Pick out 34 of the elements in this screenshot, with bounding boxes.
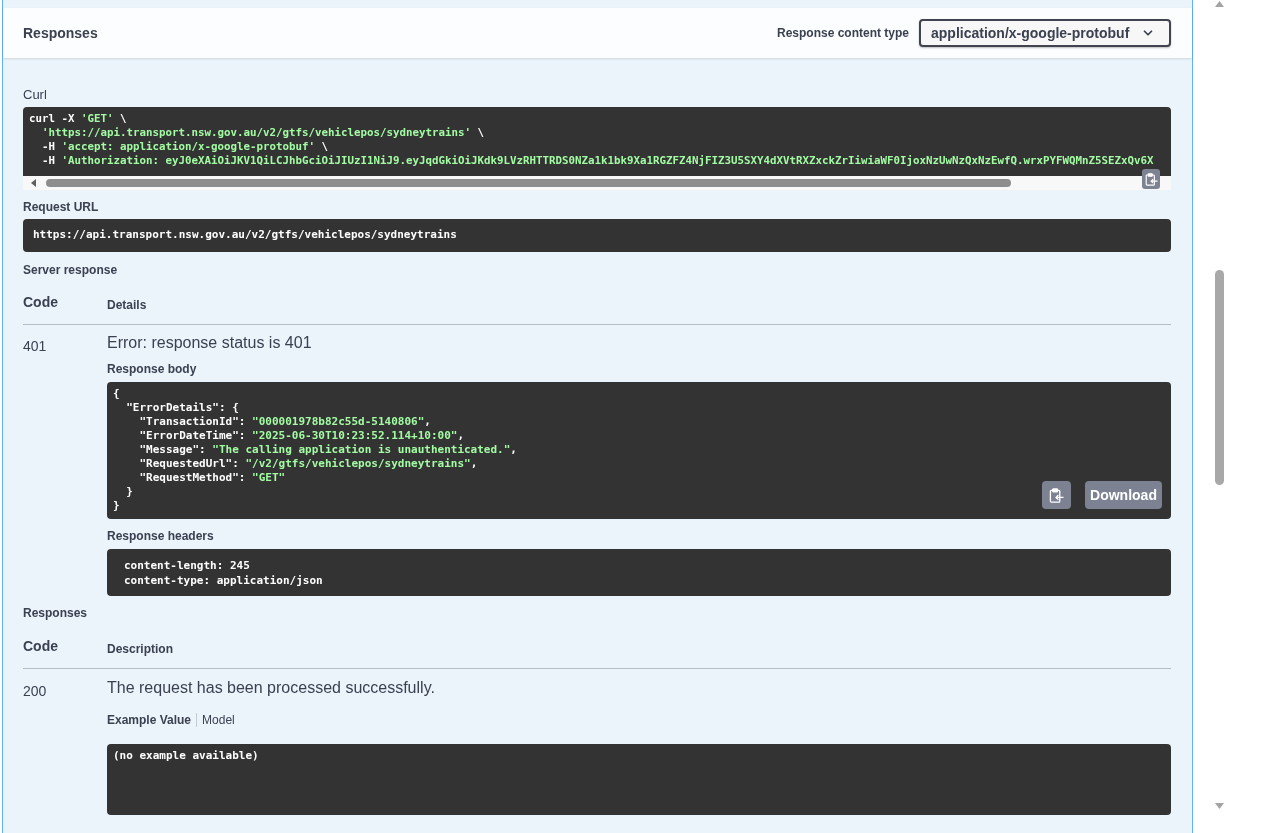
error-message: Error: response status is 401 (107, 333, 312, 353)
example-value-text: (no example available) (107, 744, 1171, 815)
section-label: Response headers (107, 529, 214, 543)
column-header: Description (107, 641, 173, 658)
column-header: Code (23, 638, 58, 654)
response-body-json: { "ErrorDetails": { "TransactionId": "000001978b82c55d-5140806", "ErrorDateTime": "2025-06-30T10:23:52.114+10:00", "Message": "The calling application is unauthenticated.", "RequestedUrl": "/v2/gtfs/vehiclepos/sydneytrains", "RequestMethod": "GET" } } (113, 387, 517, 513)
scroll-down-arrow-icon[interactable] (1215, 803, 1224, 809)
section-label: Curl (23, 87, 47, 103)
tab[interactable]: Example Value (107, 713, 192, 727)
scroll-up-arrow-icon[interactable] (1215, 1, 1224, 7)
section-title: Responses (23, 23, 98, 43)
column-header: Code (23, 294, 58, 310)
scroll-left-arrow-icon[interactable] (31, 179, 36, 187)
copy-button[interactable] (1042, 481, 1071, 509)
request-url: https://api.transport.nsw.gov.au/v2/gtfs/vehiclepos/sydneytrains (23, 219, 1171, 252)
tab[interactable]: Model (202, 713, 235, 727)
response-description: The request has been processed successfully. (107, 678, 435, 698)
section-label: Server response (23, 263, 118, 277)
response-headers-text: content-length: 245 content-type: application/json (107, 549, 1171, 596)
status-code: 200 (23, 683, 47, 699)
clipboard-icon (1144, 172, 1158, 186)
section-label: Responses (23, 606, 88, 620)
field-label: Response content type (776, 25, 909, 42)
section-label: Response body (107, 362, 197, 376)
scrollbar-thumb[interactable] (46, 179, 1011, 187)
content-type-select[interactable]: application/x-google-protobuf (919, 19, 1171, 47)
copy-button[interactable] (1142, 169, 1160, 189)
section-label: Request URL (23, 200, 99, 214)
status-code: 401 (23, 338, 47, 354)
column-header: Details (107, 297, 147, 314)
curl-command: curl -X 'GET' \ 'https://api.transport.nsw.gov.au/v2/gtfs/vehiclepos/sydneytrains' \ -H 'accept: application/x-google-protobuf' \ -H 'Authorization: eyJ0eXAiOiJKV1QiLCJhbGciOiJIUzI1NiJ9.eyJqdGkiOiJKdk9LVzRHTTRDS0NZa1k1bk9Xa1RGZFZ4NjFIZ3U5SXY4dXVtRXZxckZrIiwiaWF0IjoxNzUwNzQxNzEwfQ.wrxPYFWQMnZ5SEZxQv6X (29, 112, 1154, 168)
download-button[interactable]: Download (1085, 481, 1162, 509)
scrollbar-thumb[interactable] (1215, 270, 1224, 485)
clipboard-icon (1049, 487, 1064, 503)
